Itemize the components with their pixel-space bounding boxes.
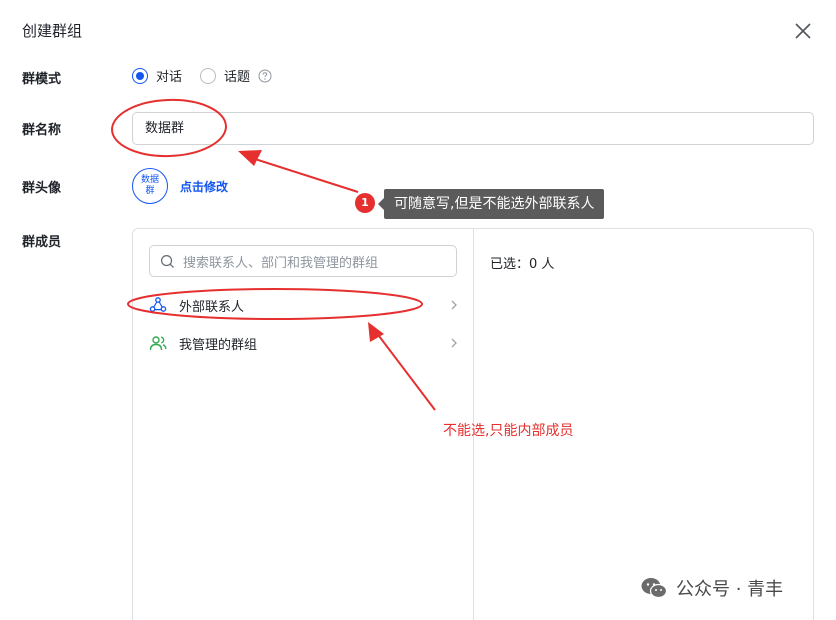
chevron-right-icon — [451, 338, 457, 348]
member-search-input[interactable]: 搜索联系人、部门和我管理的群组 — [149, 245, 457, 277]
group-name-label: 群名称 — [22, 123, 62, 138]
group-avatar-label: 群头像 — [22, 181, 62, 196]
close-button[interactable] — [790, 18, 816, 44]
managed-groups-icon — [149, 336, 167, 351]
group-avatar[interactable]: 数据群 — [132, 168, 168, 204]
list-item-label: 外部联系人 — [179, 299, 245, 315]
chevron-right-icon — [451, 300, 457, 310]
avatar-edit-link[interactable]: 点击修改 — [180, 178, 228, 195]
search-placeholder: 搜索联系人、部门和我管理的群组 — [183, 255, 379, 271]
dialog-title: 创建群组 — [22, 22, 83, 40]
annotation-note: 不能选,只能内部成员 — [443, 423, 574, 439]
radio-checked-icon — [132, 67, 148, 84]
annotation-arrowhead-1 — [238, 150, 262, 166]
list-item-external-contacts[interactable]: 外部联系人 — [149, 291, 459, 319]
help-icon[interactable] — [258, 69, 272, 83]
group-mode-radio-group: 对话 话题 — [132, 66, 272, 85]
radio-option-topic[interactable]: 话题 — [200, 66, 250, 85]
radio-label: 对话 — [156, 70, 183, 85]
radio-unchecked-icon — [200, 67, 217, 84]
radio-option-dialog[interactable]: 对话 — [132, 66, 182, 85]
annotation-badge: 1 — [355, 193, 375, 213]
radio-label: 话题 — [224, 70, 251, 85]
annotation-tooltip: 可随意写,但是不能选外部联系人 — [377, 189, 605, 219]
group-members-label: 群成员 — [22, 235, 62, 250]
annotation-arrow-1 — [251, 157, 359, 193]
list-item-label: 我管理的群组 — [179, 337, 258, 353]
group-name-input[interactable]: 数据群 — [132, 112, 814, 145]
external-contacts-icon — [149, 297, 167, 312]
watermark: 公众号 · 青丰 — [640, 575, 783, 601]
list-item-managed-groups[interactable]: 我管理的群组 — [149, 329, 459, 357]
wechat-icon — [641, 578, 668, 599]
avatar-text: 数据群 — [140, 175, 159, 196]
selected-count: 已选：0 人 — [490, 257, 555, 272]
group-mode-label: 群模式 — [22, 72, 62, 87]
search-icon — [160, 254, 175, 268]
watermark-text: 公众号 · 青丰 — [676, 579, 784, 600]
close-icon — [795, 23, 811, 39]
